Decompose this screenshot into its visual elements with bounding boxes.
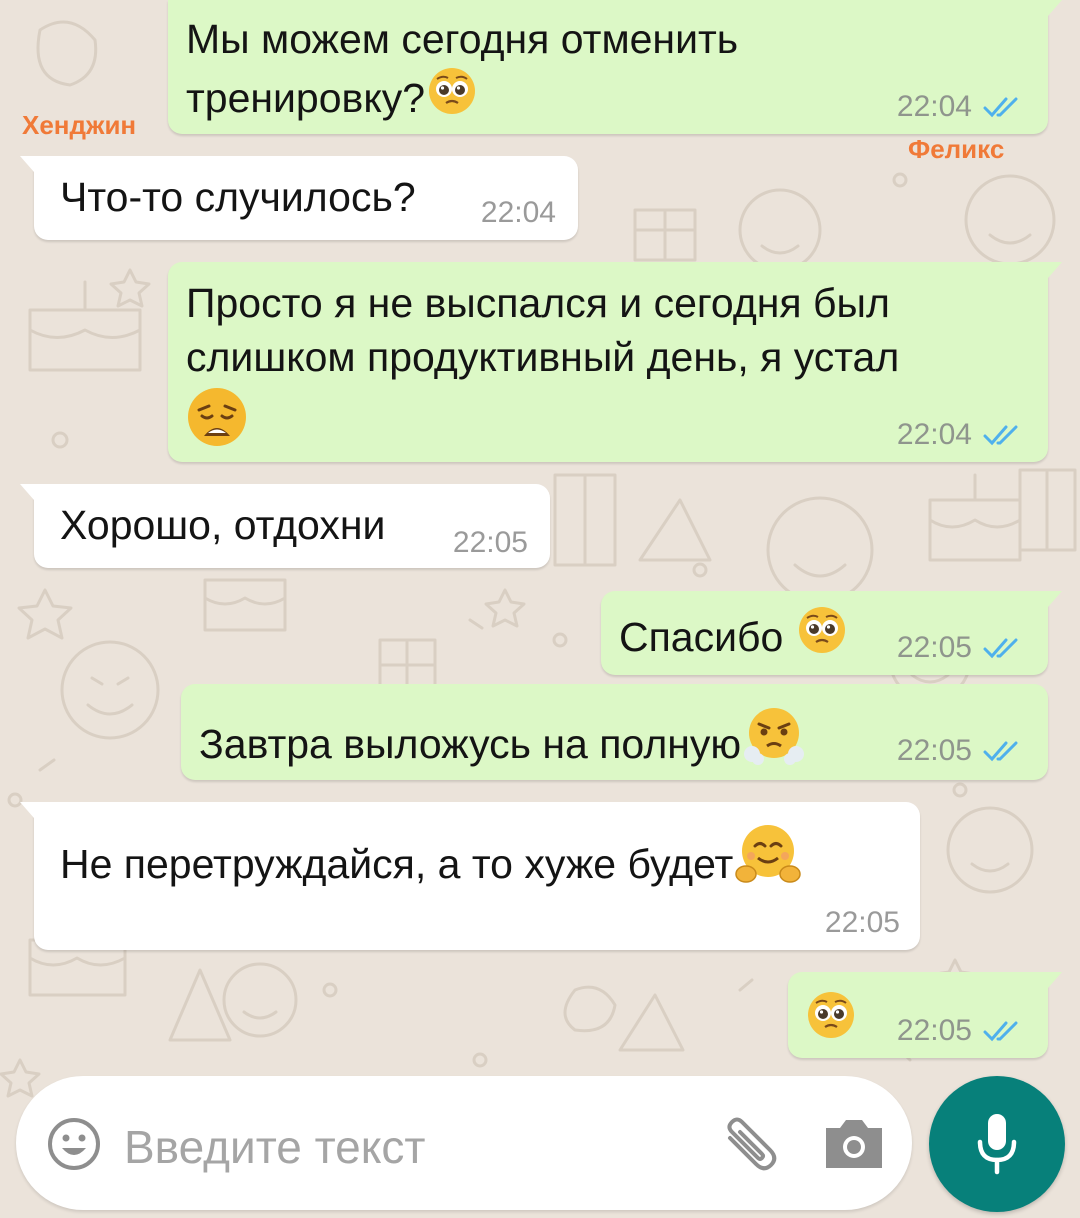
double-check-icon <box>983 1021 1018 1042</box>
message-time: 22:05 <box>824 906 900 939</box>
message-bubble-incoming[interactable]: Что-то случилось? 22:04 <box>20 156 578 240</box>
double-check-icon <box>983 425 1018 446</box>
message-text: Хорошо, отдохни <box>60 498 385 552</box>
message-line: Спасибо <box>619 614 784 660</box>
double-check-icon <box>983 97 1018 118</box>
message-bubble-outgoing[interactable]: 22:05 <box>788 972 1062 1058</box>
message-line: слишком продуктивный день, я устал <box>186 334 900 380</box>
message-time: 22:05 <box>452 526 528 559</box>
message-time: 22:04 <box>896 418 972 451</box>
message-text: Не перетруждайся, а то хуже будет <box>60 822 802 901</box>
weary-face-icon <box>186 386 248 453</box>
message-time: 22:04 <box>896 90 972 123</box>
message-time: 22:05 <box>896 1014 972 1047</box>
message-text: Просто я не выспался и сегодня был слишк… <box>186 276 899 384</box>
message-text: Мы можем сегодня отменить тренировку? <box>186 12 738 129</box>
message-text: Что-то случилось? <box>60 170 416 224</box>
message-meta: 22:05 <box>453 526 528 560</box>
sender-name-left: Хенджин <box>22 110 137 140</box>
message-line: Что-то случилось? <box>60 174 416 220</box>
double-check-icon <box>983 741 1018 762</box>
message-meta: 22:05 <box>897 734 1022 768</box>
message-bubble-outgoing[interactable]: Просто я не выспался и сегодня был слишк… <box>168 262 1062 462</box>
face-with-steam-from-nose-icon <box>743 704 805 779</box>
message-line: Завтра выложусь на полную <box>199 721 742 767</box>
message-meta: 22:04 <box>897 90 1022 124</box>
message-meta: 22:05 <box>825 906 900 940</box>
paperclip-icon[interactable] <box>716 1116 780 1180</box>
message-text: Спасибо <box>619 605 847 668</box>
microphone-icon <box>975 1112 1019 1181</box>
message-line: тренировку? <box>186 75 426 121</box>
message-meta: 22:04 <box>897 418 1022 452</box>
message-bubble-incoming[interactable]: Хорошо, отдохни 22:05 <box>20 484 550 568</box>
message-time: 22:05 <box>896 734 972 767</box>
microphone-button[interactable] <box>929 1076 1065 1212</box>
message-bubble-outgoing[interactable]: Завтра выложусь на полную 22:05 <box>181 684 1048 780</box>
emoji-icon[interactable] <box>46 1116 102 1172</box>
camera-icon[interactable] <box>822 1116 886 1172</box>
message-bubble-outgoing[interactable]: Спасибо 22:05 <box>601 591 1062 675</box>
message-text: Завтра выложусь на полную <box>199 704 805 779</box>
message-line: Мы можем сегодня отменить <box>186 16 739 62</box>
message-input[interactable]: Введите текст <box>124 1120 425 1174</box>
message-bubble-incoming[interactable]: Не перетруждайся, а то хуже будет 22:05 <box>20 802 920 950</box>
double-check-icon <box>983 638 1018 659</box>
message-time: 22:04 <box>480 196 556 229</box>
message-meta: 22:04 <box>481 196 556 230</box>
message-meta: 22:05 <box>897 1014 1022 1048</box>
message-line: Хорошо, отдохни <box>60 502 386 548</box>
pleading-face-icon <box>806 990 856 1045</box>
message-line: Просто я не выспался и сегодня был <box>186 280 890 326</box>
pleading-face-icon <box>797 605 847 668</box>
pleading-face-icon <box>427 66 477 129</box>
hugging-face-icon <box>735 822 802 901</box>
message-time: 22:05 <box>896 631 972 664</box>
message-line: Не перетруждайся, а то хуже будет <box>60 841 734 887</box>
message-meta: 22:05 <box>897 631 1022 665</box>
message-bubble-outgoing[interactable]: Мы можем сегодня отменить тренировку? 22… <box>168 0 1062 134</box>
sender-name-right: Феликс <box>908 134 1005 164</box>
message-composer[interactable]: Введите текст <box>16 1076 912 1210</box>
